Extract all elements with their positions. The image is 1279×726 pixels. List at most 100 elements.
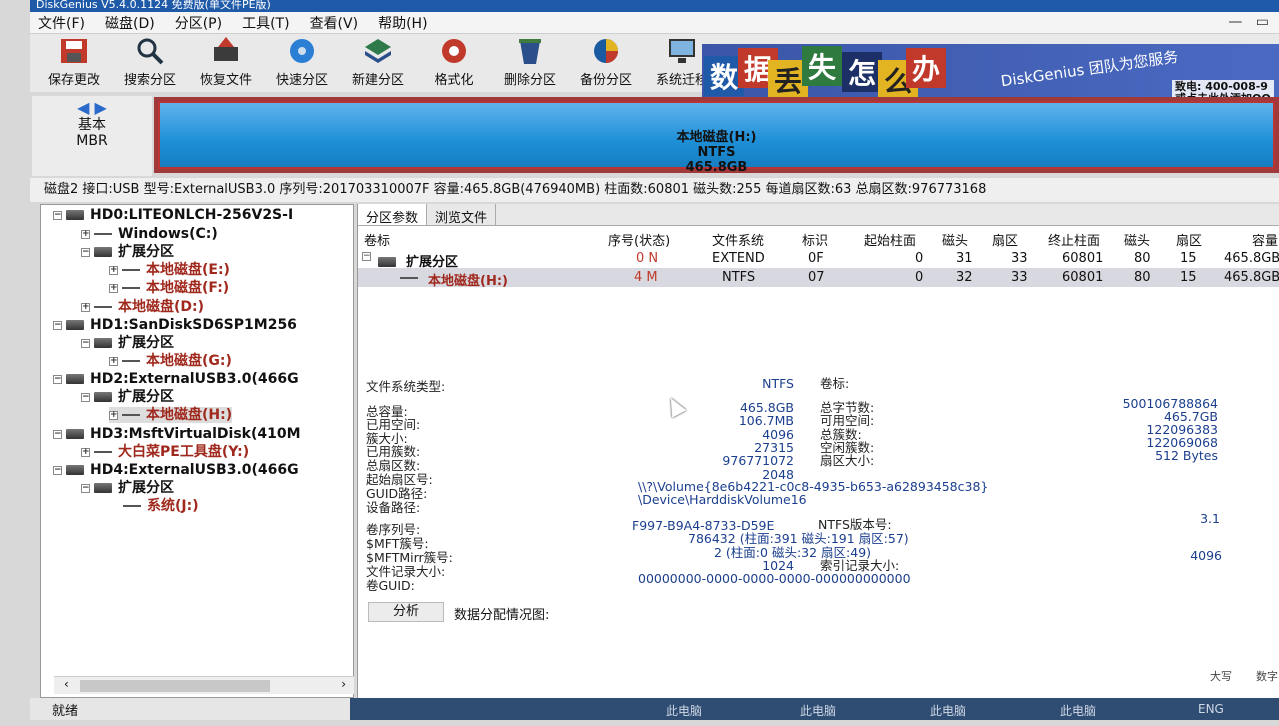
tree-disk-hd4[interactable]: − HD4:ExternalUSB3.0(466G	[53, 462, 299, 478]
format-button[interactable]: 格式化	[416, 36, 492, 92]
col-filesystem[interactable]: 文件系统	[712, 230, 764, 249]
tree-item-pe-y[interactable]: + 大白菜PE工具盘(Y:)	[81, 444, 249, 460]
col-head[interactable]: 磁头	[1124, 230, 1150, 249]
col-end-cyl[interactable]: 终止柱面	[1048, 230, 1100, 249]
col-sector[interactable]: 扇区	[992, 230, 1018, 249]
disk-info-line: 磁盘2 接口:USB 型号:ExternalUSB3.0 序列号:2017033…	[30, 178, 1279, 202]
tree-item-extended[interactable]: − 扩展分区	[81, 335, 174, 351]
scroll-thumb[interactable]	[80, 680, 270, 692]
volume-guid-label: 卷GUID:	[366, 578, 415, 593]
analyze-button[interactable]: 分析	[368, 602, 444, 622]
tree-item-local-e[interactable]: + 本地磁盘(E:)	[109, 262, 230, 278]
language-indicator[interactable]: ENG	[1198, 702, 1224, 716]
status-bar: 就绪	[30, 698, 350, 720]
prev-disk-icon[interactable]: ◀	[77, 98, 89, 117]
tree-disk-hd2[interactable]: − HD2:ExternalUSB3.0(466G	[53, 371, 299, 387]
mftmirr-label: $MFTMirr簇号:	[366, 550, 453, 565]
disk-nav-arrows[interactable]: ◀ ▶	[32, 98, 152, 117]
table-row-selected[interactable]: 本地磁盘(H:) 4 M NTFS 07 0 32 33 60801 80 15…	[358, 268, 1279, 289]
col-index-status[interactable]: 序号(状态)	[608, 230, 670, 249]
menu-disk[interactable]: 磁盘(D)	[105, 13, 155, 33]
col-start-cyl[interactable]: 起始柱面	[864, 230, 916, 249]
menu-tools[interactable]: 工具(T)	[242, 13, 289, 33]
recover-files-button[interactable]: 恢复文件	[188, 36, 264, 92]
mft-value: 786432 (柱面:391 磁头:191 扇区:57)	[688, 531, 909, 546]
harddisk-icon	[378, 257, 396, 267]
table-row[interactable]: − 扩展分区 0 N EXTEND 0F 0 31 33 60801 80 15…	[358, 249, 1279, 270]
delete-partition-button[interactable]: 删除分区	[492, 36, 568, 92]
disk-map: 本地磁盘(H:) NTFS 465.8GB	[154, 97, 1279, 175]
tab-bar: 分区参数 浏览文件	[358, 204, 1279, 226]
tree-item-local-h-selected[interactable]: + 本地磁盘(H:)	[109, 407, 233, 423]
taskbar: 此电脑 此电脑 此电脑 此电脑 ENG	[350, 698, 1279, 720]
prop-label: 扇区大小:	[820, 453, 875, 468]
capslock-indicator: 大写	[1210, 670, 1232, 683]
taskbar-item[interactable]: 此电脑	[800, 702, 836, 719]
taskbar-item[interactable]: 此电脑	[930, 702, 966, 719]
save-icon	[57, 36, 91, 66]
numlock-indicator: 数字	[1256, 670, 1278, 683]
tree-disk-hd0[interactable]: − HD0:LITEONLCH-256V2S-I	[53, 207, 293, 223]
col-head[interactable]: 磁头	[942, 230, 968, 249]
menu-partition[interactable]: 分区(P)	[175, 13, 222, 33]
expand-icon: +	[81, 228, 90, 239]
taskbar-item[interactable]: 此电脑	[666, 702, 702, 719]
menu-help[interactable]: 帮助(H)	[378, 13, 427, 33]
search-icon	[133, 36, 167, 66]
tree-disk-hd1[interactable]: − HD1:SanDiskSD6SP1M256	[53, 317, 297, 333]
tree-item-extended[interactable]: − 扩展分区	[81, 244, 174, 260]
backup-partition-button[interactable]: 备份分区	[568, 36, 644, 92]
fs-type-label: 文件系统类型:	[366, 379, 446, 394]
scroll-left-icon[interactable]: ‹	[64, 677, 69, 691]
tree-disk-hd3[interactable]: − HD3:MsftVirtualDisk(410M	[53, 426, 301, 442]
tree-item-windows-c[interactable]: + Windows(C:)	[81, 226, 218, 242]
tree-item-extended[interactable]: − 扩展分区	[81, 480, 174, 496]
col-label[interactable]: 卷标	[364, 230, 390, 249]
collapse-icon: −	[81, 337, 90, 348]
prop-label: 总扇区数:	[366, 458, 421, 473]
menu-view[interactable]: 查看(V)	[310, 13, 359, 33]
harddisk-icon	[66, 320, 84, 330]
ntfs-version-value: 3.1	[1200, 511, 1220, 526]
scroll-right-icon[interactable]: ›	[341, 677, 346, 691]
tab-browse-files[interactable]: 浏览文件	[427, 204, 497, 226]
harddisk-icon	[94, 392, 112, 402]
partition-scheme: MBR	[76, 133, 108, 149]
save-changes-button[interactable]: 保存更改	[36, 36, 112, 92]
tree-item-local-f[interactable]: + 本地磁盘(F:)	[109, 280, 229, 296]
partition-block[interactable]: 本地磁盘(H:) NTFS 465.8GB	[158, 101, 1275, 175]
quick-partition-button[interactable]: 快速分区	[264, 36, 340, 92]
collapse-icon: −	[53, 373, 62, 384]
fs-type-value: NTFS	[762, 376, 794, 391]
ad-banner[interactable]: 数 据 丢 失 怎 么 办 DiskGenius 团队为您服务 致电: 400-…	[702, 44, 1279, 102]
volume-guid-value: 00000000-0000-0000-0000-000000000000	[638, 571, 911, 586]
tree-scrollbar[interactable]: ‹ ›	[54, 676, 354, 694]
tree-item-system-j[interactable]: 系统(J:)	[123, 498, 199, 514]
collapse-icon[interactable]: −	[362, 252, 371, 261]
tab-partition-params[interactable]: 分区参数	[358, 204, 428, 226]
col-id[interactable]: 标识	[802, 230, 828, 249]
expand-icon: +	[109, 409, 118, 420]
col-capacity[interactable]: 容量	[1252, 230, 1278, 249]
next-disk-icon[interactable]: ▶	[95, 98, 107, 117]
disk-tree: − HD0:LITEONLCH-256V2S-I + Windows(C:) − 扩展…	[40, 204, 354, 698]
window-controls[interactable]: — ▭	[1228, 14, 1269, 30]
expand-icon: +	[81, 301, 90, 312]
menu-file[interactable]: 文件(F)	[38, 13, 85, 33]
ntfs-version-label: NTFS版本号:	[818, 517, 892, 532]
taskbar-item[interactable]: 此电脑	[1060, 702, 1096, 719]
collapse-icon: −	[81, 482, 90, 493]
search-partition-button[interactable]: 搜索分区	[112, 36, 188, 92]
harddisk-icon	[66, 429, 84, 439]
banner-brand: DiskGenius 团队为您服务	[999, 47, 1180, 91]
tree-item-local-g[interactable]: + 本地磁盘(G:)	[109, 353, 232, 369]
new-partition-button[interactable]: 新建分区	[340, 36, 416, 92]
col-sector[interactable]: 扇区	[1176, 230, 1202, 249]
main-panel: 分区参数 浏览文件 卷标 序号(状态) 文件系统 标识 起始柱面 磁头 扇区 终…	[357, 204, 1279, 698]
tree-item-local-d[interactable]: + 本地磁盘(D:)	[81, 299, 204, 315]
disk-nav: ◀ ▶ 基本 MBR	[32, 96, 152, 176]
prop-label: 设备路径:	[366, 500, 421, 515]
tree-item-extended[interactable]: − 扩展分区	[81, 389, 174, 405]
collapse-icon: −	[53, 428, 62, 439]
prop-label: 已用簇数:	[366, 444, 421, 459]
